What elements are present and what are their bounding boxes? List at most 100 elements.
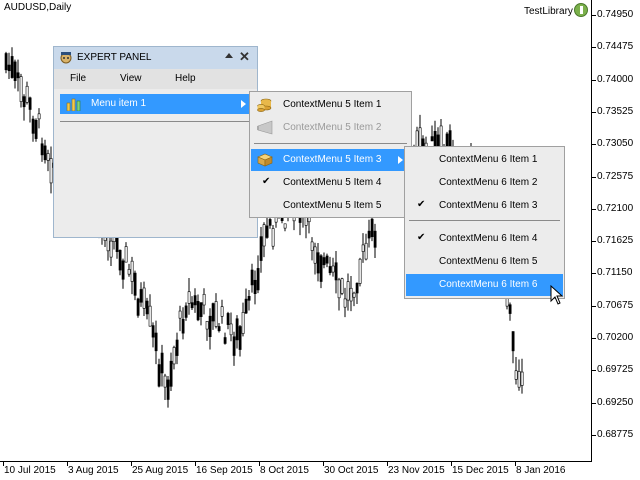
candle-body [133, 272, 137, 296]
date-label: 30 Oct 2015 [324, 465, 379, 476]
candle-body [4, 53, 8, 71]
context-menu-5-item-2-label: ContextMenu 5 Item 2 [283, 122, 382, 133]
date-label: 15 Dec 2015 [452, 465, 509, 476]
context-menu-5-item-1[interactable]: ContextMenu 5 Item 1 [251, 94, 410, 116]
date-label: 25 Aug 2015 [132, 465, 189, 476]
candle-body [514, 370, 518, 380]
candle-body [271, 228, 275, 247]
close-button[interactable]: ✕ [239, 50, 250, 63]
menu-view[interactable]: View [120, 73, 142, 84]
candle-body [16, 72, 20, 79]
price-tick [592, 111, 596, 113]
price-tick [592, 144, 596, 146]
context-menu-6-item-2-label: ContextMenu 6 Item 2 [439, 177, 538, 188]
context-menu-6: ContextMenu 6 Item 1 ContextMenu 6 Item … [404, 146, 565, 299]
candle-body [262, 224, 266, 247]
context-menu-5-item-1-label: ContextMenu 5 Item 1 [283, 99, 382, 110]
context-menu-5-item-3[interactable]: ContextMenu 5 Item 3 [251, 149, 410, 171]
candle-body [430, 136, 434, 142]
candle-body [208, 315, 212, 338]
price-label: 0.71625 [597, 235, 634, 247]
candle-body [196, 301, 200, 321]
context-menu-6-item-3[interactable]: ✔ ContextMenu 6 Item 3 [406, 195, 563, 217]
funnel-icon [257, 120, 273, 135]
price-label: 0.69250 [597, 396, 634, 408]
candle-body [316, 252, 320, 274]
price-label: 0.69725 [597, 364, 634, 376]
candle-body [25, 85, 29, 103]
candle-body [121, 260, 125, 280]
minimize-button[interactable] [225, 53, 233, 58]
candle-body [139, 289, 143, 303]
context-menu-5-item-5[interactable]: ContextMenu 5 Item 5 [251, 195, 410, 217]
candle-body [220, 306, 224, 317]
candle-body [370, 218, 374, 238]
candle-body [223, 337, 227, 344]
candle-body [130, 260, 134, 282]
candle-body [439, 125, 443, 148]
context-menu-6-item-1[interactable]: ContextMenu 6 Item 1 [406, 149, 563, 171]
candle-body [46, 153, 50, 161]
menu-help[interactable]: Help [175, 73, 196, 84]
candle-body [106, 237, 110, 252]
candle-body [37, 113, 41, 120]
candle-body [157, 364, 161, 387]
panel-separator [60, 121, 250, 122]
context-menu-5-item-5-label: ContextMenu 5 Item 5 [283, 200, 382, 211]
date-label: 16 Sep 2015 [196, 465, 253, 476]
menu-item-1[interactable]: Menu item 1 [60, 94, 250, 114]
candle-body [151, 325, 155, 338]
price-label: 0.70200 [597, 332, 634, 343]
candle-body [310, 241, 314, 251]
candle-body [343, 298, 347, 308]
candle-body [190, 302, 194, 309]
context-menu-6-item-4[interactable]: ✔ ContextMenu 6 Item 4 [406, 228, 563, 250]
price-tick [592, 338, 596, 339]
candle-body [520, 371, 524, 386]
menu-file[interactable]: File [70, 73, 86, 84]
library-status-icon[interactable] [574, 3, 588, 17]
candle-body [235, 318, 239, 341]
candle-body [49, 158, 53, 184]
candle-body [109, 240, 113, 258]
candle-body [163, 375, 167, 388]
panel-header[interactable]: EXPERT PANEL ✕ [54, 47, 257, 69]
candle-body [175, 339, 179, 356]
candle-body [43, 145, 47, 161]
submenu-arrow-icon [241, 100, 246, 108]
candle-body [19, 76, 23, 102]
price-label: 0.74000 [597, 73, 634, 85]
candle-body [373, 230, 377, 248]
candle-body [505, 297, 509, 307]
expert-panel[interactable]: EXPERT PANEL ✕ File View Help Menu item … [53, 46, 258, 238]
price-tick [592, 434, 596, 436]
coins-icon [257, 98, 272, 112]
candle-body [250, 269, 254, 286]
context-menu-5-item-4[interactable]: ✔ ContextMenu 5 Item 4 [251, 172, 410, 194]
context-menu-6-item-5[interactable]: ContextMenu 6 Item 5 [406, 251, 563, 273]
candle-body [265, 225, 269, 238]
check-icon: ✔ [262, 176, 271, 187]
mouse-cursor-icon [550, 285, 564, 305]
context-menu-5-item-2[interactable]: ContextMenu 5 Item 2 [251, 117, 410, 139]
context-menu-6-item-5-label: ContextMenu 6 Item 5 [439, 256, 538, 267]
library-label: TestLibrary [524, 6, 573, 17]
context-menu-6-item-2[interactable]: ContextMenu 6 Item 2 [406, 172, 563, 194]
candle-body [256, 268, 260, 291]
candle-body [181, 318, 185, 334]
context-menu-6-item-6[interactable]: ContextMenu 6 Item 6 [406, 274, 563, 296]
candle-body [154, 332, 158, 352]
candle-body [517, 371, 521, 388]
price-tick [592, 241, 596, 243]
candle-body [238, 326, 242, 350]
price-tick [592, 176, 596, 178]
context-menu-6-item-4-label: ContextMenu 6 Item 4 [439, 233, 538, 244]
date-label: 8 Oct 2015 [260, 465, 309, 476]
box-icon [257, 153, 273, 167]
price-label: 0.70675 [597, 299, 634, 311]
candle-body [214, 301, 218, 327]
price-tick [592, 15, 596, 16]
context-menu-5-item-3-label: ContextMenu 5 Item 3 [283, 154, 382, 165]
price-label: 0.74475 [597, 41, 634, 53]
candle-body [334, 262, 338, 281]
